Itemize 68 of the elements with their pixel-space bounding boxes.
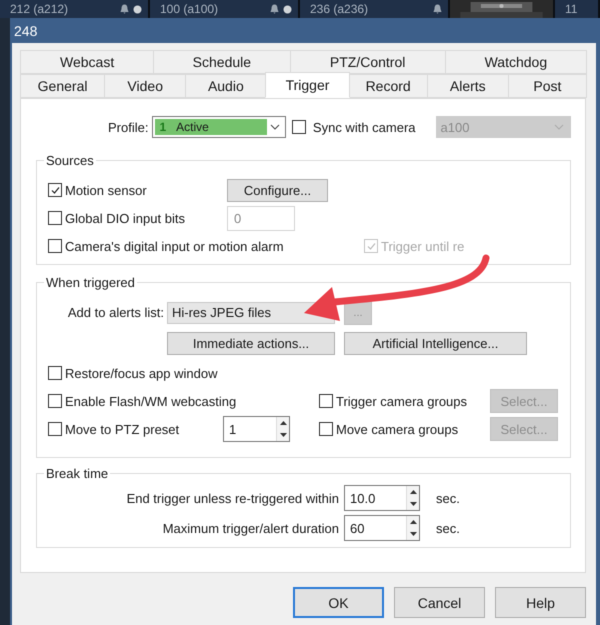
input-field[interactable]: 0 — [227, 206, 295, 230]
checkbox-label: Trigger until re — [381, 238, 464, 254]
immediate-actions-button[interactable]: Immediate actions... — [167, 332, 335, 355]
tab[interactable]: Record — [348, 74, 428, 98]
tab[interactable]: Watchdog — [444, 50, 587, 74]
tab[interactable]: Schedule — [153, 50, 290, 74]
spin-field[interactable]: 60 — [344, 515, 420, 541]
tab[interactable]: General — [20, 74, 106, 98]
dialog-button[interactable]: OK — [293, 587, 384, 618]
tab[interactable]: Audio — [185, 74, 266, 98]
checkbox[interactable] — [48, 211, 62, 225]
chevron-icon — [554, 124, 564, 130]
field-label: Maximum trigger/alert duration — [162, 520, 339, 536]
chevron-icon — [270, 124, 280, 130]
down-arrow-icon — [410, 532, 416, 536]
configure-button[interactable]: Configure... — [227, 178, 328, 202]
unit-label: sec. — [436, 490, 460, 506]
section-title: When triggered — [45, 275, 136, 290]
checkbox-label: Restore/focus app window — [65, 366, 218, 380]
ai-button[interactable]: Artificial Intelligence... — [344, 332, 527, 355]
window-title: 248 — [14, 22, 38, 38]
tab[interactable]: Webcast — [20, 50, 154, 74]
camera-label: 212 (a212) — [10, 2, 68, 16]
camera-label: 236 (a236) — [310, 2, 368, 16]
checkbox-label: Move camera groups — [336, 422, 458, 436]
dot-icon — [133, 4, 142, 14]
checkbox[interactable] — [48, 183, 62, 197]
checkbox[interactable] — [48, 422, 62, 436]
checkbox[interactable] — [292, 120, 306, 134]
dialog-button[interactable]: Cancel — [394, 587, 485, 618]
checkbox-label: Sync with camera — [312, 120, 416, 134]
checkbox-label: Camera's digital input or motion alarm — [65, 238, 284, 254]
down-arrow-icon — [280, 433, 286, 437]
tab[interactable]: PTZ/Control — [290, 50, 446, 74]
down-arrow-icon — [410, 502, 416, 506]
check-icon — [366, 240, 376, 252]
field-label: End trigger unless re-triggered within — [126, 490, 339, 506]
spin-field[interactable]: 1 — [223, 416, 290, 442]
checkbox-label: Trigger camera groups — [336, 394, 468, 408]
tab[interactable]: Trigger — [265, 72, 350, 98]
up-arrow-icon — [410, 520, 416, 524]
camera-label: 100 (a100) — [160, 2, 218, 16]
up-arrow-icon — [280, 421, 286, 425]
checkbox-label: Global DIO input bits — [65, 210, 185, 226]
unit-label: sec. — [436, 520, 460, 536]
checkbox[interactable] — [48, 394, 62, 408]
tab[interactable]: Video — [104, 74, 186, 98]
section-title: Sources — [45, 153, 95, 168]
camera-label: 11 — [565, 2, 578, 16]
dialog-button[interactable]: Help — [495, 587, 586, 618]
tab[interactable]: Alerts — [426, 74, 509, 98]
profile-dropdown[interactable]: 1 Active — [152, 116, 286, 138]
checkbox-label: Motion sensor — [65, 182, 147, 198]
profile-label: Profile: — [108, 120, 148, 134]
up-arrow-icon — [410, 490, 416, 494]
alerts-label: Add to alerts list: — [66, 305, 164, 320]
checkbox[interactable] — [48, 366, 62, 380]
check-icon — [50, 184, 60, 196]
bell-icon — [270, 4, 279, 14]
dot-icon — [283, 4, 292, 14]
section-title: Break time — [45, 466, 110, 481]
spin-field[interactable]: 10.0 — [344, 485, 420, 511]
checkbox-label: Move to PTZ preset — [65, 422, 180, 436]
checkbox[interactable] — [48, 239, 62, 253]
checkbox-label: Enable Flash/WM webcasting — [65, 394, 236, 408]
tab[interactable]: Post — [508, 74, 587, 98]
bell-icon — [120, 4, 129, 14]
bell-icon — [433, 4, 442, 14]
